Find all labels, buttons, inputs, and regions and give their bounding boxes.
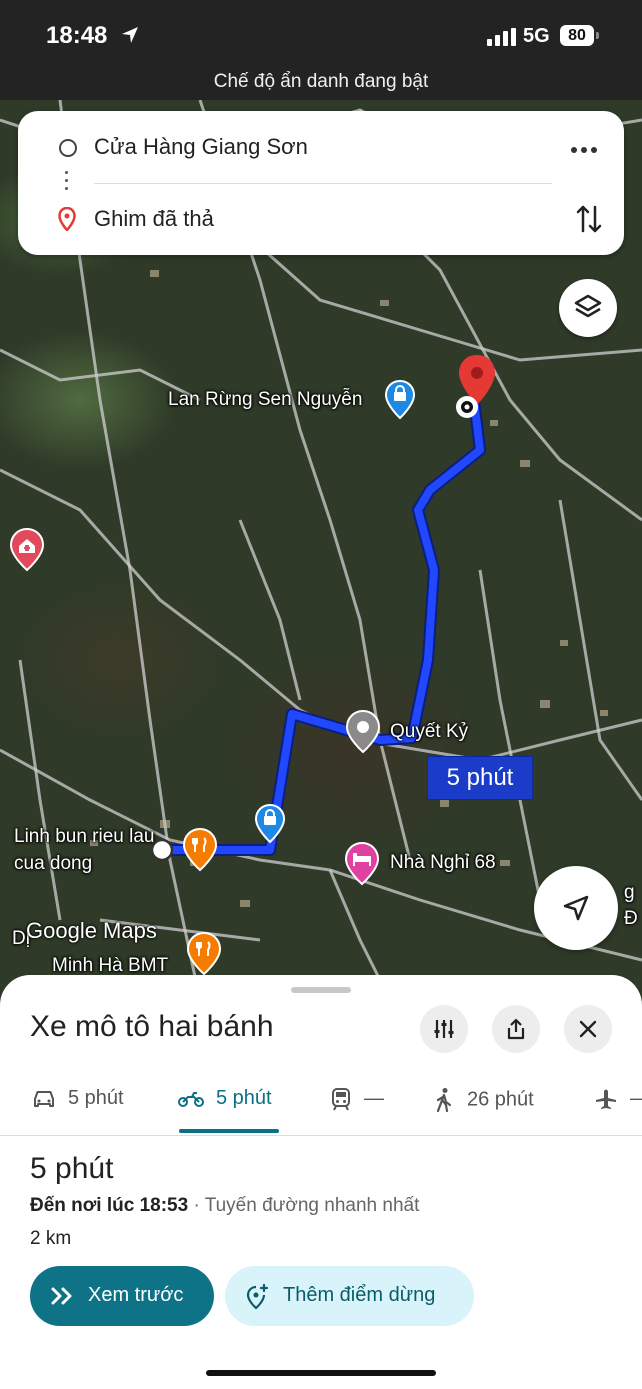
poi-label-minh-ha[interactable]: Minh Hà BMT [52, 955, 168, 977]
layers-icon [574, 294, 602, 318]
more-horizontal-icon [571, 147, 597, 153]
poi-label-linh-bun-line2[interactable]: cua dong [14, 853, 92, 875]
add-stop-button-label: Thêm điểm dừng [283, 1284, 436, 1306]
active-tab-indicator [179, 1129, 279, 1133]
route-duration: 5 phút [30, 1152, 114, 1185]
tab-flight-label: — [630, 1087, 642, 1109]
tab-transit[interactable]: — [330, 1087, 384, 1111]
add-location-icon [246, 1284, 269, 1310]
poi-label-nha-nghi[interactable]: Nhà Nghỉ 68 [390, 852, 496, 874]
route-duration-chip[interactable]: 5 phút [427, 756, 533, 800]
origin-field[interactable]: Cửa Hàng Giang Sơn [94, 134, 308, 160]
tab-walk[interactable]: 26 phút [433, 1087, 534, 1113]
hospital-poi-icon[interactable] [9, 528, 45, 572]
tab-transit-label: — [364, 1087, 384, 1110]
route-distance: 2 km [30, 1228, 72, 1249]
battery-level: 80 [568, 27, 586, 44]
close-button[interactable] [564, 1005, 612, 1053]
fastest-route-label: Tuyến đường nhanh nhất [204, 1195, 420, 1216]
home-indicator [206, 1370, 436, 1376]
transit-icon [332, 1088, 350, 1111]
route-end-dot-icon [456, 396, 478, 418]
shopping-poi-icon-2[interactable] [254, 804, 286, 844]
google-maps-logo: Google Maps [26, 918, 157, 943]
share-icon [507, 1018, 525, 1040]
restaurant-poi-icon-2[interactable] [186, 932, 222, 976]
destination-field[interactable]: Ghim đã thả [94, 206, 214, 232]
swap-directions-icon[interactable] [576, 203, 602, 235]
route-options-button[interactable] [420, 1005, 468, 1053]
shopping-poi-icon[interactable] [384, 380, 416, 420]
destination-marker-icon [58, 207, 76, 231]
walk-icon [436, 1088, 452, 1113]
directions-search-card: Cửa Hàng Giang Sơn Ghim đã thả [18, 111, 624, 255]
car-icon [34, 1090, 54, 1107]
close-icon [579, 1020, 597, 1038]
arrival-time: Đến nơi lúc 18:53 [30, 1195, 189, 1216]
poi-label-quyet-ky[interactable]: Quyết Kỷ [390, 721, 468, 743]
travel-mode-title: Xe mô tô hai bánh [30, 1010, 274, 1043]
my-location-button[interactable] [534, 866, 618, 950]
location-arrow-icon [122, 27, 138, 43]
poi-label-partial-right-1: g [624, 882, 635, 903]
network-type: 5G [523, 25, 550, 47]
share-button[interactable] [492, 1005, 540, 1053]
tab-motorcycle[interactable]: 5 phút [178, 1087, 272, 1110]
travel-mode-tabs: 5 phút 5 phút — 26 phút — [0, 1067, 642, 1136]
tab-flight[interactable]: — [594, 1087, 642, 1111]
double-chevron-right-icon [51, 1287, 72, 1305]
tune-icon [434, 1020, 454, 1038]
tab-car[interactable]: 5 phút [32, 1087, 124, 1110]
arrival-info: Đến nơi lúc 18:53 · Tuyến đường nhanh nh… [30, 1195, 419, 1217]
flight-icon [596, 1089, 616, 1109]
signal-icon [487, 28, 516, 46]
tab-car-label: 5 phút [68, 1087, 124, 1109]
restaurant-poi-icon[interactable] [182, 828, 218, 872]
preview-button[interactable]: Xem trước [30, 1266, 214, 1326]
tab-walk-label: 26 phút [467, 1088, 534, 1111]
sheet-drag-handle[interactable] [291, 987, 351, 993]
lodging-poi-icon[interactable] [343, 842, 381, 886]
place-poi-icon[interactable] [345, 710, 381, 754]
poi-label-partial-right-2: Đ [624, 908, 638, 929]
field-divider [94, 183, 552, 184]
poi-label-linh-bun-line1[interactable]: Linh bun rieu lau [14, 826, 155, 848]
arrival-separator: · [193, 1195, 200, 1216]
battery-icon: 80 [560, 25, 599, 46]
add-stop-button[interactable]: Thêm điểm dừng [225, 1266, 474, 1326]
status-time: 18:48 [46, 22, 108, 49]
directions-bottom-sheet: Xe mô tô hai bánh 5 phút 5 phút — 26 phú… [0, 975, 642, 1389]
more-options-button[interactable] [570, 135, 598, 155]
motorcycle-icon [178, 1091, 204, 1107]
poi-label-lan-rung[interactable]: Lan Rừng Sen Nguyễn [168, 389, 362, 411]
status-bar: 18:48 5G 80 Chế độ ẩn danh đang bật [0, 0, 642, 100]
connector-dots-icon [65, 171, 68, 195]
navigation-arrow-icon [563, 895, 589, 921]
map-layers-button[interactable] [559, 279, 617, 337]
origin-circle-icon [59, 139, 77, 157]
tab-motorcycle-label: 5 phút [216, 1087, 272, 1109]
incognito-banner[interactable]: Chế độ ẩn danh đang bật [0, 71, 642, 93]
preview-button-label: Xem trước [88, 1284, 184, 1306]
